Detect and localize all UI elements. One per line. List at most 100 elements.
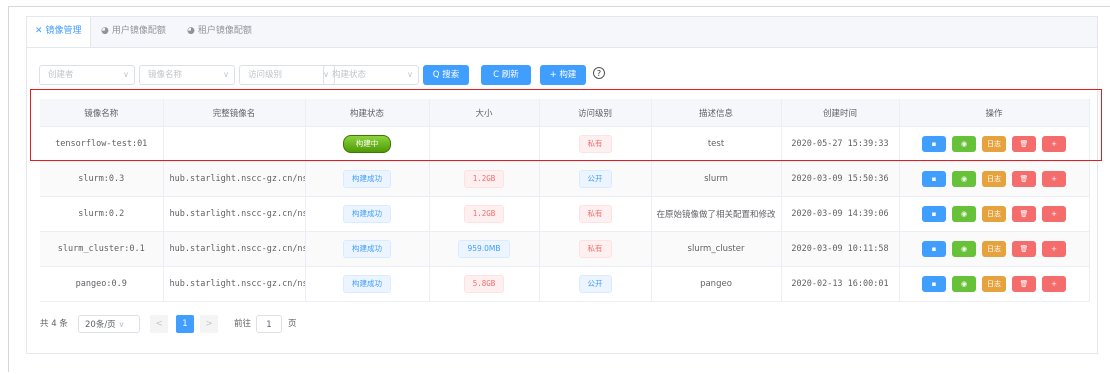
add-button[interactable]: + — [1042, 276, 1066, 292]
log-button[interactable]: 日志 — [982, 206, 1006, 222]
status-badge: 构建成功 — [343, 275, 391, 293]
full-image-name-cell: hub.starlight.nscc-gz.cn/nsc — [163, 231, 306, 267]
actions-cell: ▪ ◉ 日志 🗑 + — [899, 266, 1090, 302]
tab-label: 租户镜像配额 — [197, 26, 252, 36]
description-cell: test — [651, 126, 782, 162]
size-cell: 5.8GB — [429, 266, 540, 302]
chevron-down-icon: ∨ — [223, 70, 229, 79]
status-badge: 构建中 — [342, 135, 392, 153]
delete-button[interactable]: 🗑 — [1012, 241, 1036, 257]
table-row: slurm_cluster:0.1 hub.starlight.nscc-gz.… — [40, 231, 1090, 267]
access-level-cell: 公开 — [539, 266, 652, 302]
size-cell: 1.2GB — [429, 196, 540, 232]
tab-label: 用户镜像配额 — [111, 26, 166, 36]
tab-tenant-image-quota[interactable]: ◕ 租户镜像配额 — [179, 17, 260, 46]
table-row: slurm:0.3 hub.starlight.nscc-gz.cn/nsc 构… — [40, 161, 1090, 197]
column-header[interactable]: 完整镜像名 — [163, 99, 306, 127]
delete-button[interactable]: 🗑 — [1012, 136, 1036, 152]
view-button[interactable]: ◉ — [952, 206, 976, 222]
size-badge: 5.8GB — [463, 275, 505, 293]
created-time-cell: 2020-03-09 15:50:36 — [781, 161, 900, 197]
tab-image-management[interactable]: ✕ 镜像管理 — [27, 17, 91, 47]
log-button[interactable]: 日志 — [982, 276, 1006, 292]
image-name-cell: slurm:0.2 — [40, 196, 164, 232]
view-button[interactable]: ◉ — [952, 241, 976, 257]
full-image-name-cell: hub.starlight.nscc-gz.cn/nsc — [163, 196, 306, 232]
size-badge: 1.2GB — [463, 170, 505, 188]
creator-placeholder: 创建者 — [48, 70, 74, 80]
tab-user-image-quota[interactable]: ◕ 用户镜像配额 — [93, 17, 174, 46]
image-name-placeholder: 镜像名称 — [148, 70, 183, 80]
save-image-button[interactable]: ▪ — [922, 241, 946, 257]
size-badge: 1.2GB — [463, 205, 505, 223]
column-header[interactable]: 创建时间 — [781, 99, 900, 127]
column-header[interactable]: 描述信息 — [651, 99, 782, 127]
page-size-value: 20条/页 — [85, 320, 116, 330]
access-badge: 私有 — [578, 240, 612, 258]
delete-button[interactable]: 🗑 — [1012, 171, 1036, 187]
save-image-button[interactable]: ▪ — [922, 136, 946, 152]
access-level-select[interactable]: 访问级别 ∨ — [239, 65, 335, 85]
add-button[interactable]: + — [1042, 171, 1066, 187]
tools-icon: ✕ — [35, 26, 43, 36]
pie-chart-icon: ◕ — [187, 26, 195, 36]
table-row: pangeo:0.9 hub.starlight.nscc-gz.cn/nsc … — [40, 266, 1090, 302]
delete-button[interactable]: 🗑 — [1012, 276, 1036, 292]
log-button[interactable]: 日志 — [982, 136, 1006, 152]
add-button[interactable]: + — [1042, 241, 1066, 257]
column-header[interactable]: 访问级别 — [539, 99, 652, 127]
build-status-cell: 构建中 — [305, 126, 430, 162]
image-name-cell: slurm:0.3 — [40, 161, 164, 197]
column-header[interactable]: 构建状态 — [305, 99, 430, 127]
full-image-name-cell — [163, 126, 306, 162]
page-number-current[interactable]: 1 — [176, 315, 194, 333]
access-badge: 私有 — [578, 205, 612, 223]
table-header-row: 镜像名称 完整镜像名 构建状态 大小 访问级别 描述信息 创建时间 操作 — [40, 99, 1090, 127]
build-status-select[interactable]: 构建状态 ∨ — [323, 65, 419, 85]
add-button[interactable]: + — [1042, 206, 1066, 222]
size-cell — [429, 126, 540, 162]
next-page-button[interactable]: > — [200, 315, 218, 333]
save-image-button[interactable]: ▪ — [922, 206, 946, 222]
build-status-cell: 构建成功 — [305, 231, 430, 267]
created-time-cell: 2020-02-13 16:00:01 — [781, 266, 900, 302]
add-button[interactable]: + — [1042, 136, 1066, 152]
tab-label: 镜像管理 — [45, 26, 82, 36]
access-badge: 私有 — [578, 135, 612, 153]
column-header[interactable]: 大小 — [429, 99, 540, 127]
table-row: tensorflow-test:01 构建中 私有 test 2020-05-2… — [40, 126, 1090, 162]
goto-page-input[interactable]: 1 — [256, 315, 282, 333]
description-cell: pangeo — [651, 266, 782, 302]
prev-page-button[interactable]: < — [150, 315, 168, 333]
image-name-cell: tensorflow-test:01 — [40, 126, 164, 162]
created-time-cell: 2020-03-09 14:39:06 — [781, 196, 900, 232]
status-badge: 构建成功 — [343, 240, 391, 258]
log-button[interactable]: 日志 — [982, 171, 1006, 187]
delete-button[interactable]: 🗑 — [1012, 206, 1036, 222]
access-level-cell: 私有 — [539, 231, 652, 267]
refresh-button[interactable]: C 刷新 — [481, 65, 531, 85]
search-button[interactable]: Q 搜索 — [423, 65, 469, 85]
image-table: 镜像名称 完整镜像名 构建状态 大小 访问级别 描述信息 创建时间 操作 ten… — [40, 99, 1090, 302]
build-button[interactable]: + 构建 — [540, 65, 586, 85]
view-button[interactable]: ◉ — [952, 276, 976, 292]
view-button[interactable]: ◉ — [952, 136, 976, 152]
created-time-cell: 2020-03-09 10:11:58 — [781, 231, 900, 267]
column-header[interactable]: 镜像名称 — [40, 99, 164, 127]
help-icon[interactable]: ? — [593, 67, 605, 79]
creator-select[interactable]: 创建者 ∨ — [39, 65, 135, 85]
chevron-down-icon: ∨ — [407, 70, 413, 79]
created-time-cell: 2020-05-27 15:39:33 — [781, 126, 900, 162]
size-cell: 1.2GB — [429, 161, 540, 197]
page-size-select[interactable]: 20条/页 ∨ — [78, 315, 140, 333]
access-level-cell: 私有 — [539, 196, 652, 232]
save-image-button[interactable]: ▪ — [922, 276, 946, 292]
full-image-name-cell: hub.starlight.nscc-gz.cn/nsc — [163, 161, 306, 197]
view-button[interactable]: ◉ — [952, 171, 976, 187]
description-cell: slurm_cluster — [651, 231, 782, 267]
image-name-select[interactable]: 镜像名称 ∨ — [139, 65, 235, 85]
log-button[interactable]: 日志 — [982, 241, 1006, 257]
save-image-button[interactable]: ▪ — [922, 171, 946, 187]
access-badge: 公开 — [578, 275, 612, 293]
image-name-cell: pangeo:0.9 — [40, 266, 164, 302]
